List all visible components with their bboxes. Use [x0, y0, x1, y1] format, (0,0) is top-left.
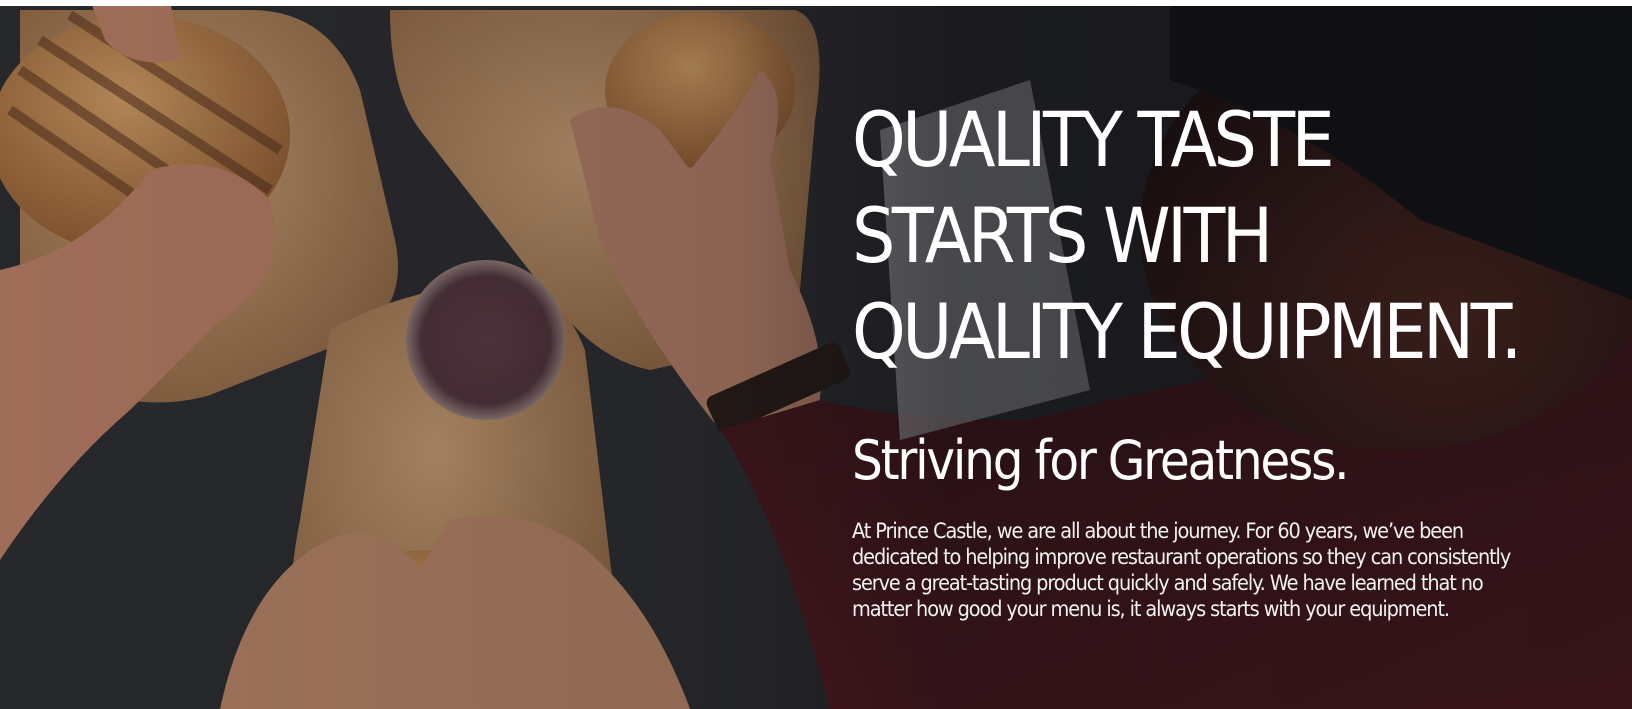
headline-line-2: STARTS WITH: [852, 191, 1273, 280]
headline-line-1: QUALITY TASTE: [852, 95, 1335, 184]
intro-paragraph: At Prince Castle, we are all about the j…: [852, 518, 1551, 622]
top-border: [0, 0, 1632, 6]
page-headline: QUALITY TASTE STARTS WITH QUALITY EQUIPM…: [852, 92, 1536, 380]
paragraph-line-1: At Prince Castle, we are all about the j…: [852, 519, 1464, 543]
headline-line-3: QUALITY EQUIPMENT.: [852, 287, 1522, 376]
paragraph-line-3: serve a great-tasting product quickly an…: [852, 571, 1484, 595]
subheading: Striving for Greatness.: [852, 429, 1350, 492]
paragraph-line-4: matter how good your menu is, it always …: [852, 597, 1450, 621]
paragraph-line-2: dedicated to helping improve restaurant …: [852, 545, 1511, 569]
hero-banner: QUALITY TASTE STARTS WITH QUALITY EQUIPM…: [0, 0, 1632, 709]
